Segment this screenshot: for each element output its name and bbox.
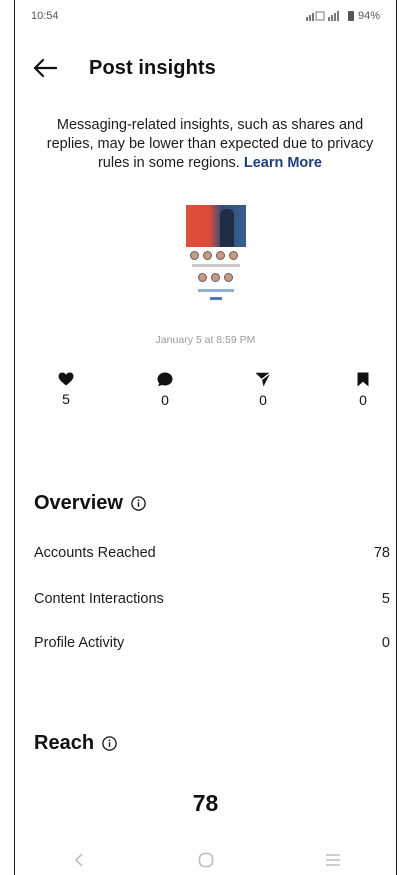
reach-title: Reach	[34, 732, 95, 754]
thumbnail-image	[186, 205, 246, 247]
shares-count: 0	[259, 392, 267, 408]
bookmark-icon	[357, 372, 369, 387]
comment-icon	[157, 372, 173, 387]
status-bar: 10:54 94%	[15, 0, 396, 32]
comments-count: 0	[161, 392, 169, 408]
row-label: Content Interactions	[34, 591, 164, 607]
learn-more-link[interactable]: Learn More	[244, 155, 322, 171]
back-nav-icon[interactable]	[59, 848, 99, 872]
row-label: Accounts Reached	[34, 545, 156, 561]
thumbnail-link-bar	[210, 297, 222, 300]
page-title: Post insights	[89, 56, 216, 79]
comments-metric[interactable]: 0	[145, 372, 185, 408]
info-icon[interactable]	[102, 736, 117, 751]
arrow-left-icon[interactable]	[33, 55, 59, 81]
battery-level: 94%	[357, 10, 380, 22]
row-value: 5	[381, 591, 390, 607]
profile-activity-row[interactable]: Profile Activity 0	[34, 632, 390, 654]
thumbnail-caption	[192, 264, 240, 267]
thumbnail-avatar-row	[190, 251, 238, 260]
row-value: 0	[381, 635, 390, 651]
overview-title: Overview	[34, 492, 123, 514]
content-interactions-row[interactable]: Content Interactions 5	[34, 588, 390, 610]
status-icons: 94%	[305, 10, 380, 22]
app-frame: 10:54 94% Post insights Messaging-relate…	[14, 0, 397, 875]
status-time: 10:54	[31, 10, 59, 22]
info-icon[interactable]	[131, 496, 146, 511]
post-date: January 5 at 8:59 PM	[155, 334, 256, 346]
share-icon	[255, 372, 271, 387]
accounts-reached-row[interactable]: Accounts Reached 78	[34, 542, 390, 564]
likes-metric[interactable]: 5	[46, 372, 86, 407]
overview-heading: Overview	[34, 492, 146, 515]
battery-icon	[347, 11, 354, 21]
saves-metric[interactable]: 0	[343, 372, 383, 408]
privacy-notice: Messaging-related insights, such as shar…	[45, 116, 375, 173]
row-label: Profile Activity	[34, 635, 125, 651]
post-thumbnail[interactable]	[186, 205, 246, 315]
reach-heading: Reach	[34, 732, 117, 755]
thumbnail-avatar-row	[198, 273, 233, 282]
engagement-metrics: 5 0 0 0	[15, 372, 396, 422]
recents-nav-icon[interactable]	[313, 848, 353, 872]
shares-metric[interactable]: 0	[243, 372, 283, 408]
row-value: 78	[373, 545, 390, 561]
thumbnail-figure	[220, 209, 234, 247]
saves-count: 0	[359, 392, 367, 408]
notice-text: Messaging-related insights, such as shar…	[46, 117, 374, 171]
home-nav-icon[interactable]	[186, 848, 226, 872]
thumbnail-link-bar	[198, 289, 234, 292]
heart-icon	[58, 372, 74, 386]
likes-count: 5	[62, 391, 70, 407]
signal-icon	[305, 11, 339, 21]
system-nav-bar	[15, 846, 396, 874]
header: Post insights	[15, 46, 396, 90]
reach-value: 78	[192, 790, 219, 816]
